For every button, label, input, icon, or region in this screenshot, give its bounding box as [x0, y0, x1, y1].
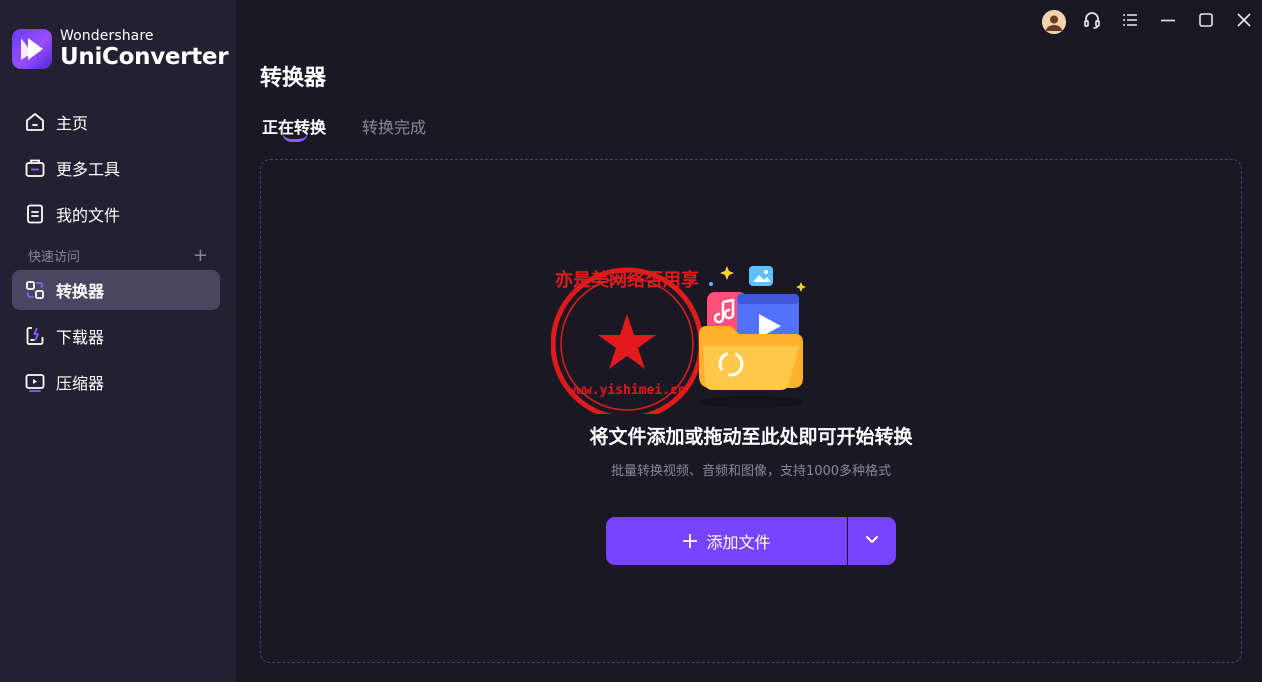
brand: Wondershare UniConverter [12, 28, 229, 70]
file-drop-zone[interactable]: 亦是美网络否用享 www.yishimei.cn 将文件添加或拖动至此处即可开始… [260, 159, 1242, 663]
close-icon [1235, 11, 1253, 33]
minimize-icon [1159, 11, 1177, 33]
sidebar-item-downloader[interactable]: 下载器 [12, 316, 220, 356]
app-logo-icon [12, 29, 52, 69]
account-button[interactable] [1036, 8, 1072, 36]
title-bar [1034, 8, 1262, 36]
chevron-down-icon [864, 531, 880, 551]
brand-company: Wondershare [60, 28, 154, 44]
sidebar-item-converter[interactable]: 转换器 [12, 270, 220, 310]
home-icon [24, 111, 46, 133]
maximize-button[interactable] [1188, 8, 1224, 36]
quick-access-header: 快速访问 + [28, 246, 208, 265]
sidebar-item-label: 转换器 [56, 282, 105, 301]
drop-illustration: 亦是美网络否用享 www.yishimei.cn [550, 254, 831, 421]
sidebar-item-label: 压缩器 [56, 374, 105, 393]
close-button[interactable] [1226, 8, 1262, 36]
sidebar-item-label: 更多工具 [56, 160, 121, 179]
tab-converting[interactable]: 正在转换 [262, 114, 326, 142]
menu-icon [1121, 11, 1139, 33]
add-file-button[interactable]: 添加文件 [606, 517, 847, 565]
sidebar-item-label: 下载器 [56, 328, 105, 347]
watermark-text: 亦是美网络否用享 [555, 269, 699, 291]
brand-product: UniConverter [60, 44, 229, 70]
menu-button[interactable] [1112, 8, 1148, 36]
sidebar-item-label: 我的文件 [56, 206, 121, 225]
minimize-button[interactable] [1150, 8, 1186, 36]
sidebar-item-home[interactable]: 主页 [12, 102, 220, 142]
add-file-label: 添加文件 [706, 533, 771, 552]
sidebar-item-more-tools[interactable]: 更多工具 [12, 148, 220, 188]
avatar-icon [1042, 10, 1066, 34]
add-file-button-group: 添加文件 [606, 517, 896, 565]
watermark-url: www.yishimei.cn [568, 383, 685, 398]
drop-zone-subtitle: 批量转换视频、音频和图像，支持1000多种格式 [610, 464, 892, 479]
plus-icon [682, 529, 698, 553]
add-quick-access-button[interactable]: + [193, 246, 208, 265]
sidebar-item-my-files[interactable]: 我的文件 [12, 194, 220, 234]
support-button[interactable] [1074, 8, 1110, 36]
downloader-icon [24, 325, 46, 347]
add-file-dropdown-button[interactable] [848, 517, 896, 565]
tab-bar: 正在转换 转换完成 [262, 114, 462, 142]
main-panel: 转换器 正在转换 转换完成 亦是美网络否用享 www.yishimei.cn 将… [236, 0, 1262, 682]
compressor-icon [24, 371, 46, 393]
drop-zone-title: 将文件添加或拖动至此处即可开始转换 [589, 426, 913, 448]
quick-access-label: 快速访问 [28, 250, 81, 265]
file-icon [24, 203, 46, 225]
tab-label: 转换完成 [362, 118, 427, 137]
page-title: 转换器 [260, 66, 327, 91]
sidebar-item-compressor[interactable]: 压缩器 [12, 362, 220, 402]
toolbox-icon [24, 157, 46, 179]
sidebar: Wondershare UniConverter 主页 更多工具 我的文件 快速… [0, 0, 236, 682]
maximize-icon [1197, 11, 1215, 33]
quick-access-nav: 转换器 下载器 压缩器 [12, 270, 220, 408]
sidebar-item-label: 主页 [56, 114, 89, 133]
headset-icon [1082, 10, 1102, 34]
active-tab-indicator [282, 132, 308, 142]
tab-finished[interactable]: 转换完成 [362, 114, 426, 138]
main-nav: 主页 更多工具 我的文件 [12, 102, 220, 240]
converter-icon [24, 279, 46, 301]
app-window: Wondershare UniConverter 主页 更多工具 我的文件 快速… [0, 0, 1262, 682]
